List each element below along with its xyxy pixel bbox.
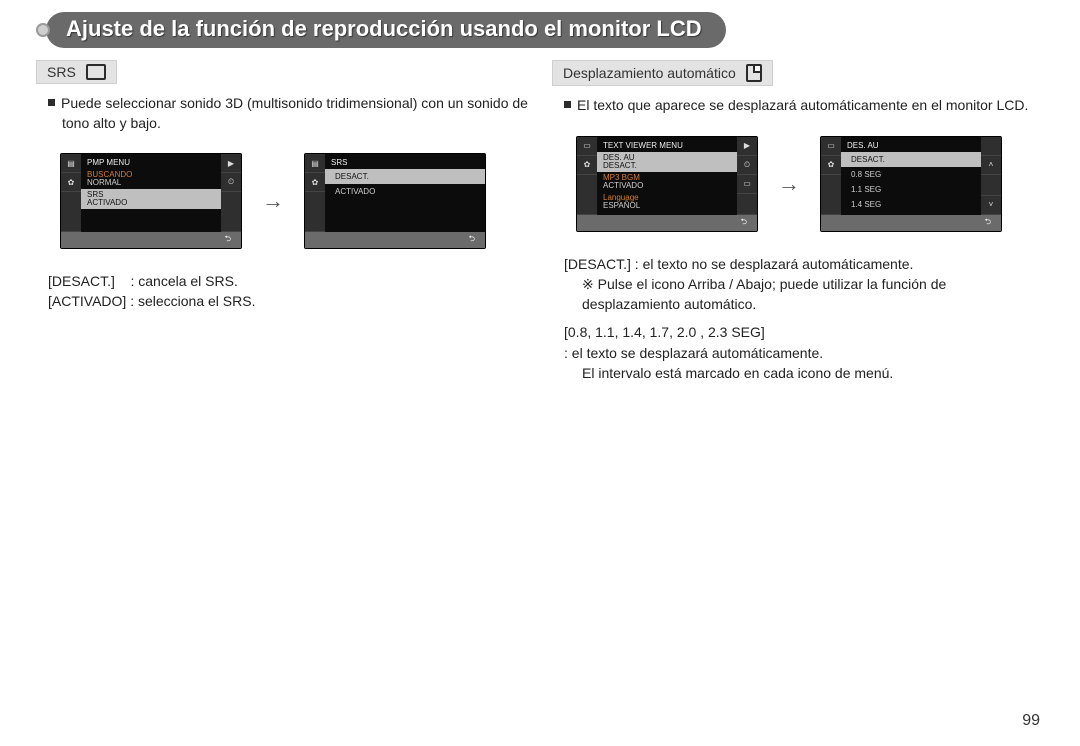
device-title: PMP MENU [81,156,221,169]
page-icon: ▭ [577,137,597,156]
right-body: El texto que aparece se desplazará autom… [552,86,1048,122]
back-icon: ⮌ [741,216,747,230]
gear-icon: ✿ [305,173,325,192]
menu-row: BUSCANDO NORMAL [81,169,221,189]
right-screenshots: ▭ ✿ TEXT VIEWER MENU DES. AU DESACT. M [552,122,1048,246]
device-srs-options: ▤ ✿ SRS DESACT. ACTIVADO ⮌ [304,153,486,249]
section-heading-label: SRS [47,64,76,80]
sidebar-icons: ▤ ✿ [305,154,325,232]
option-selected: DESACT. [325,169,485,184]
menu-row-selected: DES. AU DESACT. [597,152,737,172]
option-selected: DESACT. [841,152,981,167]
device-title: DES. AU [841,139,981,152]
option: 0.8 SEG [841,167,981,182]
left-screenshots: ▤ ✿ PMP MENU BUSCANDO NORMAL SRS [36,139,532,263]
gear-icon: ✿ [61,173,81,192]
device-footer: ⮌ [61,232,241,248]
back-icon: ⮌ [985,216,991,230]
device-text-viewer-menu: ▭ ✿ TEXT VIEWER MENU DES. AU DESACT. M [576,136,758,232]
film-strip-icon [86,64,106,80]
gear-icon: ✿ [821,156,841,175]
right-column: Desplazamiento automático El texto que a… [552,60,1048,383]
right-rail: ▶ ⏲ [221,154,241,232]
page-icon: ▭ [737,175,757,194]
section-heading-label: Desplazamiento automático [563,65,736,81]
left-definitions: [DESACT.] : cancela el SRS. [ACTIVADO] :… [36,263,532,312]
option: ACTIVADO [325,184,485,199]
square-bullet-icon [48,99,55,106]
page-icon [746,64,762,82]
right-rail: ˄ ˅ [981,137,1001,215]
left-body: Puede seleccionar sonido 3D (multisonido… [36,84,532,139]
down-icon: ˅ [981,196,1001,215]
page-title-bar: Ajuste de la función de reproducción usa… [36,12,1048,48]
play-icon: ▶ [221,154,241,173]
device-footer: ⮌ [821,215,1001,231]
page-title: Ajuste de la función de reproducción usa… [46,12,726,48]
page-icon: ▭ [821,137,841,156]
device-pmp-menu: ▤ ✿ PMP MENU BUSCANDO NORMAL SRS [60,153,242,249]
arrow-right-icon: → [778,171,800,197]
right-rail: ▶ ⏲ ▭ [737,137,757,215]
right-definitions: [DESACT.] : el texto no se desplazará au… [552,246,1048,384]
section-heading-autoscroll: Desplazamiento automático [552,60,773,86]
square-bullet-icon [564,101,571,108]
device-footer: ⮌ [577,215,757,231]
sidebar-icons: ▭ ✿ [821,137,841,215]
time-icon: ⏲ [737,156,757,175]
back-icon: ⮌ [469,233,475,247]
film-icon: ▤ [61,154,81,173]
device-title: SRS [325,156,485,169]
page-number: 99 [1022,712,1040,730]
section-heading-srs: SRS [36,60,117,84]
menu-row: MP3 BGM ACTIVADO [597,172,737,192]
sidebar-icons: ▤ ✿ [61,154,81,232]
gear-icon: ✿ [577,156,597,175]
device-footer: ⮌ [305,232,485,248]
device-autoscroll-options: ▭ ✿ DES. AU DESACT. 0.8 SEG 1.1 SEG 1.4 … [820,136,1002,232]
up-icon: ˄ [981,156,1001,175]
device-title: TEXT VIEWER MENU [597,139,737,152]
option: 1.1 SEG [841,182,981,197]
menu-row-selected: SRS ACTIVADO [81,189,221,209]
arrow-right-icon: → [262,188,284,214]
reference-mark-icon: ※ [582,276,594,292]
menu-row: Language ESPAÑOL [597,192,737,212]
back-icon: ⮌ [225,233,231,247]
sidebar-icons: ▭ ✿ [577,137,597,215]
option: 1.4 SEG [841,197,981,212]
left-column: SRS Puede seleccionar sonido 3D (multiso… [36,60,532,383]
play-icon: ▶ [737,137,757,156]
title-dot-icon [36,23,50,37]
film-icon: ▤ [305,154,325,173]
time-icon: ⏲ [221,173,241,192]
